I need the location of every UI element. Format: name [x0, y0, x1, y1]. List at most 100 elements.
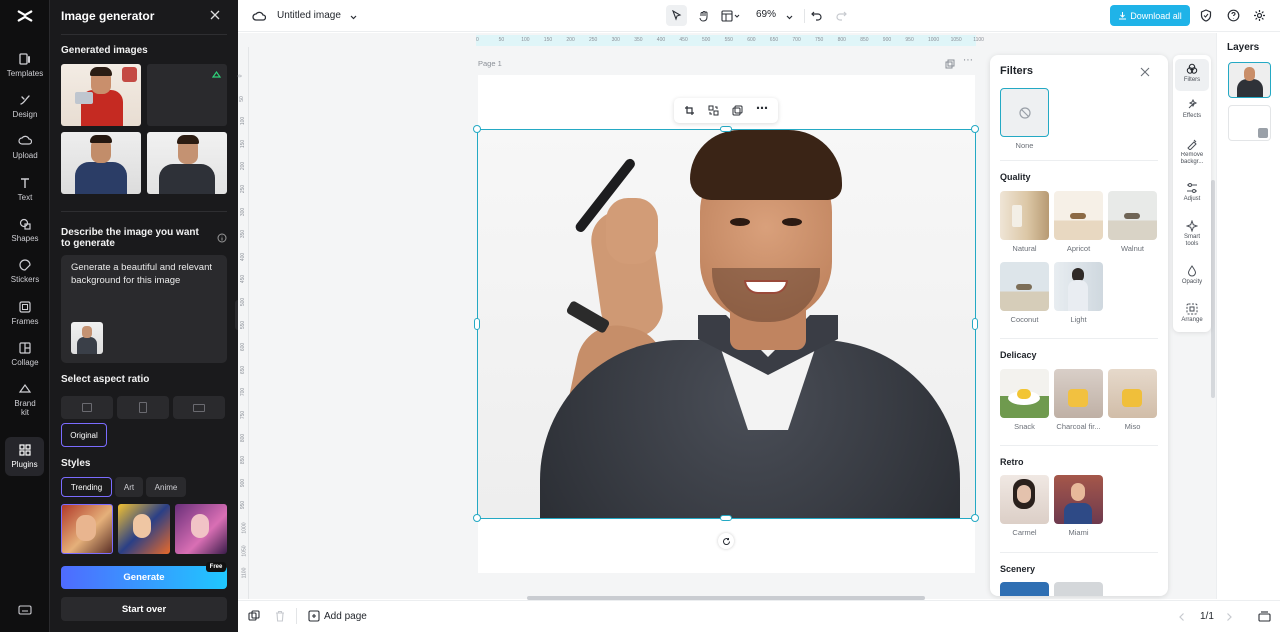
tool-remove-background[interactable]: Remove backgr...	[1173, 138, 1211, 166]
aspect-landscape-option[interactable]	[173, 396, 225, 419]
more-options-icon[interactable]: ⋯	[756, 102, 770, 116]
style-thumb-2[interactable]	[118, 504, 170, 554]
style-tab-anime[interactable]: Anime	[146, 477, 186, 497]
chevron-down-icon[interactable]	[349, 11, 358, 20]
rail-item-shapes[interactable]: Shapes	[0, 217, 50, 243]
aspect-square-option[interactable]	[61, 396, 113, 419]
style-thumb-3[interactable]	[175, 504, 227, 554]
page-more-icon[interactable]: ⋯	[963, 56, 975, 68]
start-over-button[interactable]: Start over	[61, 597, 227, 621]
filter-none[interactable]: None	[1000, 88, 1049, 150]
reference-image[interactable]	[71, 322, 103, 354]
trash-icon[interactable]	[274, 610, 286, 622]
vertical-scrollbar[interactable]	[1211, 180, 1215, 398]
stickers-icon	[19, 259, 31, 271]
rail-item-templates[interactable]: Templates	[0, 52, 50, 78]
rail-item-plugins[interactable]: Plugins	[5, 437, 44, 476]
filter-natural[interactable]: Natural	[1000, 191, 1049, 253]
generate-button[interactable]: Generate	[61, 566, 227, 589]
rail-item-text[interactable]: Text	[0, 176, 50, 202]
capcut-logo-icon[interactable]	[0, 0, 50, 32]
rotate-handle[interactable]	[718, 533, 734, 549]
add-page-icon[interactable]	[308, 610, 320, 622]
next-page-icon[interactable]	[1224, 611, 1234, 621]
duplicate-icon[interactable]	[248, 610, 260, 622]
filter-walnut[interactable]: Walnut	[1108, 191, 1157, 253]
layout-dropdown[interactable]	[719, 7, 743, 24]
rail-item-frames[interactable]: Frames	[0, 300, 50, 326]
filter-miami[interactable]: Miami	[1054, 475, 1103, 537]
ruler-v-label: 550	[240, 320, 247, 329]
zoom-level[interactable]: 69%	[756, 9, 776, 20]
select-tool-button[interactable]	[666, 5, 687, 26]
style-thumb-1[interactable]	[61, 504, 113, 554]
tool-filters[interactable]: Filters	[1175, 59, 1209, 91]
rail-item-collage[interactable]: Collage	[0, 341, 50, 367]
filter-apricot[interactable]: Apricot	[1054, 191, 1103, 253]
hand-tool-button[interactable]	[693, 5, 714, 26]
prompt-text[interactable]: Generate a beautiful and relevant backgr…	[71, 261, 221, 287]
prompt-input[interactable]: Generate a beautiful and relevant backgr…	[61, 255, 227, 363]
filter-scenery-thumb-1[interactable]	[1000, 582, 1049, 596]
filter-charcoal-fir[interactable]: Charcoal fir...	[1054, 369, 1103, 431]
layer-thumb-background[interactable]	[1228, 105, 1271, 141]
filter-snack[interactable]: Snack	[1000, 369, 1049, 431]
undo-icon[interactable]	[810, 8, 824, 22]
resize-handle-tr[interactable]	[971, 125, 979, 133]
filter-light[interactable]: Light	[1054, 262, 1103, 324]
cloud-icon[interactable]	[252, 9, 266, 23]
floating-toolbar: ⋯	[674, 98, 778, 123]
resize-handle-top[interactable]	[720, 126, 732, 132]
brand-kit-icon	[18, 383, 32, 393]
document-title[interactable]: Untitled image	[277, 10, 341, 21]
filter-miso[interactable]: Miso	[1108, 369, 1157, 431]
generated-image-2[interactable]	[147, 64, 227, 126]
keyboard-icon[interactable]	[18, 604, 32, 616]
tool-arrange[interactable]: Arrange	[1173, 303, 1211, 324]
zoom-chevron-icon[interactable]	[785, 11, 794, 20]
rail-item-brand-kit[interactable]: Brand kit	[0, 382, 50, 417]
style-tab-trending[interactable]: Trending	[61, 477, 112, 497]
close-icon[interactable]	[209, 9, 223, 23]
tool-adjust[interactable]: Adjust	[1173, 182, 1211, 203]
resize-handle-br[interactable]	[971, 514, 979, 522]
tool-adjust-label: Adjust	[1183, 196, 1201, 202]
rail-item-design[interactable]: Design	[0, 93, 50, 119]
shield-icon[interactable]	[1199, 8, 1213, 22]
generated-image-1[interactable]	[61, 64, 141, 126]
filter-scenery-thumb-2[interactable]	[1054, 582, 1103, 596]
prev-page-icon[interactable]	[1177, 611, 1187, 621]
add-page-button[interactable]: Add page	[324, 611, 367, 622]
resize-handle-tl[interactable]	[473, 125, 481, 133]
resize-handle-left[interactable]	[474, 318, 480, 330]
settings-gear-icon[interactable]	[1252, 8, 1266, 22]
selection-box[interactable]	[477, 129, 976, 519]
resize-handle-bottom[interactable]	[720, 515, 732, 521]
aspect-original-option[interactable]: Original	[61, 423, 107, 447]
resize-handle-right[interactable]	[972, 318, 978, 330]
resize-handle-bl[interactable]	[473, 514, 481, 522]
tool-smart-tools[interactable]: Smart tools	[1173, 220, 1211, 248]
help-icon[interactable]	[1226, 8, 1240, 22]
tool-opacity[interactable]: Opacity	[1173, 265, 1211, 286]
generated-image-3[interactable]	[61, 132, 141, 194]
redo-icon[interactable]	[834, 8, 848, 22]
aspect-portrait-option[interactable]	[117, 396, 169, 419]
info-icon[interactable]	[217, 232, 227, 243]
filter-carmel[interactable]: Carmel	[1000, 475, 1049, 537]
download-all-button[interactable]: Download all	[1110, 5, 1190, 26]
copy-icon[interactable]	[732, 105, 743, 116]
tool-effects[interactable]: Effects	[1173, 99, 1211, 120]
replace-icon[interactable]	[708, 105, 719, 116]
delete-icon[interactable]	[122, 67, 137, 82]
rail-item-stickers[interactable]: Stickers	[0, 258, 50, 284]
layer-thumb-photo[interactable]	[1228, 62, 1271, 98]
style-tab-art[interactable]: Art	[115, 477, 143, 497]
filters-close-icon[interactable]	[1140, 66, 1150, 77]
filter-coconut[interactable]: Coconut	[1000, 262, 1049, 324]
duplicate-page-icon[interactable]	[945, 58, 955, 69]
generated-image-4[interactable]	[147, 132, 227, 194]
rail-item-upload[interactable]: Upload	[0, 134, 50, 160]
pages-panel-icon[interactable]	[1258, 610, 1271, 622]
crop-icon[interactable]	[684, 105, 695, 116]
